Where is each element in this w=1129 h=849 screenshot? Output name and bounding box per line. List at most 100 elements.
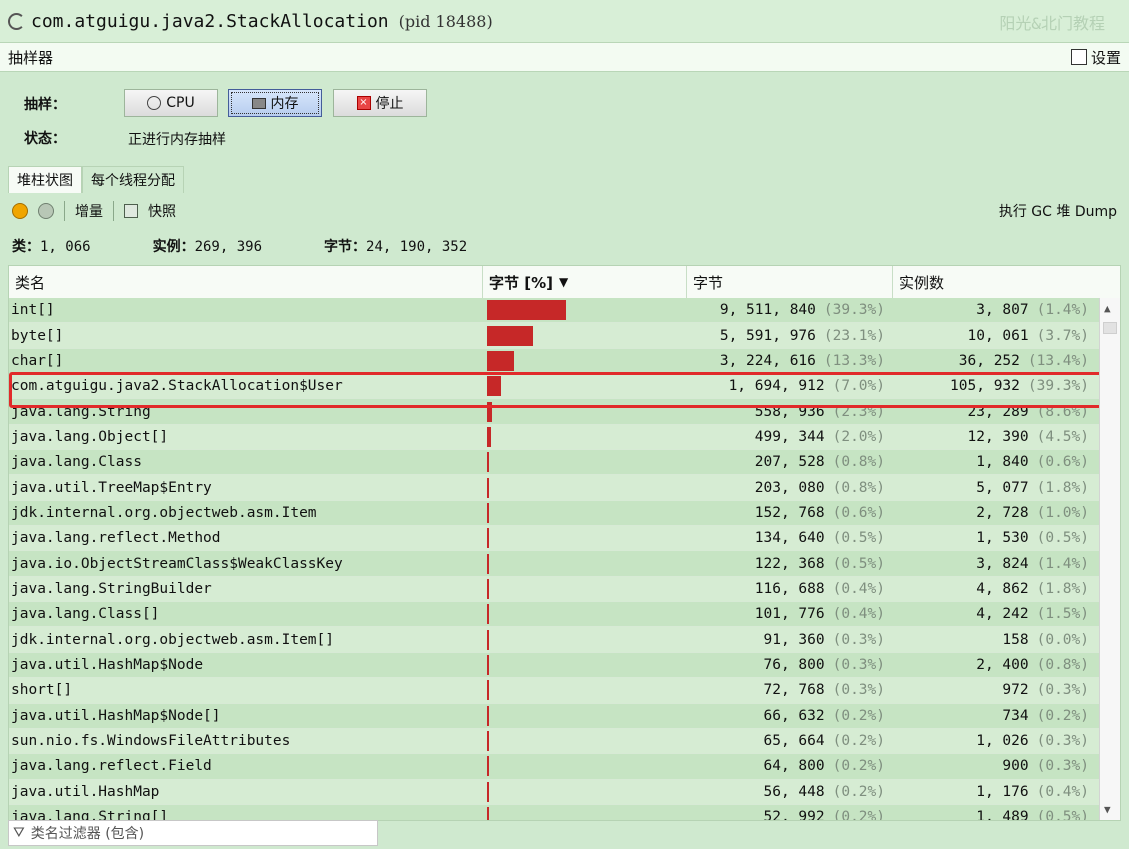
sample-label: 抽样： [24,97,66,113]
scrollbar-thumb[interactable] [1103,322,1117,334]
table-row[interactable]: java.lang.Object[] 499, 344 (2.0%) 12, 390(… [9,424,1100,451]
bytes-percent-bar [487,629,489,650]
sampler-bar: 抽样器 设置 [0,42,1129,72]
bytes-percent-bar-cell [483,627,687,651]
table-row[interactable]: java.lang.String 558, 936 (2.3%) 23, 289 (8.… [9,399,1100,425]
bytes-percent-bar [487,553,489,574]
scroll-down-icon[interactable]: ▼ [1104,803,1111,816]
bytes-percent-bar-cell [483,475,687,499]
snapshot-icon [124,204,138,218]
memory-icon [251,97,266,109]
snapshot-button[interactable]: 快照 [148,201,176,221]
window-title: com.atguigu.java2.StackAllocation [31,10,389,32]
refresh-icon[interactable] [38,203,54,219]
bytes-value: 3, 224, 616 (13.3%) [719,352,885,369]
instances-value: 1, 840 (0.6%) [976,454,1089,471]
class-name: java.lang.String[] [11,809,169,821]
bytes-percent-bar-cell [483,551,687,575]
table-row[interactable]: java.lang.String[] 52, 992 (0.2%) 1, 489 (0.… [9,804,1100,821]
pause-icon[interactable] [12,203,28,219]
table-row[interactable]: java.util.HashMap 56, 448 (0.2%) 1, 176 (0.4… [9,779,1100,805]
stop-button-label: 停止 [375,96,404,112]
instances-value: 5, 077 (1.8%) [976,479,1089,496]
column-header-bytes[interactable]: 字节 [687,266,893,298]
bytes-percent-bar-cell [483,780,687,804]
bytes-percent-bar-cell [483,399,687,423]
bytes-percent-bar [487,781,489,802]
instances-value: 4, 242 (1.5%) [976,606,1089,623]
table-header: 类名 字节 [%] ▼ 字节 实例数 [9,266,1120,298]
cpu-button[interactable]: CPU [124,89,218,117]
table-row[interactable]: int[] 9, 511, 840 (39.3%) 3, 807 (1.4%) [9,298,1100,324]
table-row[interactable]: short[] 72, 768 (0.3%) 972 (0.3%) [9,678,1100,704]
class-name: java.util.HashMap$Node[] [11,707,221,724]
table-row[interactable]: jdk.internal.org.objectweb.asm.Item 152, … [9,500,1100,527]
table-row[interactable]: java.lang.Class 207, 528 (0.8%) 1, 840 (0.6%… [9,450,1100,476]
column-header-class-name[interactable]: 类名 [9,266,483,298]
bytes-percent-bar-cell [483,501,687,525]
settings-toggle[interactable]: 设置 [1070,47,1121,68]
bytes-percent-bar [487,756,489,777]
delta-button[interactable]: 增量 [75,201,103,221]
table-row[interactable]: char[] 3, 224, 616 (13.3%) 36, 252 (13.4%) [9,348,1100,375]
column-header-bytes-percent[interactable]: 字节 [%] ▼ [483,266,687,298]
bytes-percent-bar [487,376,501,397]
bytes-percent-bar [487,528,489,549]
table-row[interactable]: java.util.HashMap$Node 76, 800 (0.3%) 2, 40… [9,652,1100,679]
window-titlebar: com.atguigu.java2.StackAllocation (pid 1… [0,0,1129,42]
scroll-up-icon[interactable]: ▲ [1104,302,1111,315]
instances-value: 900 (0.3%) [1002,758,1089,775]
settings-checkbox[interactable] [1070,49,1087,65]
instances-value: 2, 728 (1.0%) [976,504,1089,521]
table-row[interactable]: com.atguigu.java2.StackAllocation$User 1,… [9,374,1100,400]
tab-per-thread-allocation[interactable]: 每个线程分配 [82,166,184,193]
table-row[interactable]: byte[] 5, 591, 976 (23.1%) 10, 061 (3.7%) [9,323,1100,349]
table-row[interactable]: java.lang.Class[] 101, 776 (0.4%) 4, 242 (1.… [9,602,1100,628]
bytes-value: 56, 448 (0.2%) [763,783,886,800]
tab-heap-histogram[interactable]: 堆柱状图 [8,166,82,193]
table-row[interactable]: java.util.TreeMap$Entry 203, 080 (0.8%) 5, … [9,475,1100,501]
bytes-percent-bar [487,350,514,371]
instances-value: 1, 176 (0.4%) [976,783,1089,800]
filter-placeholder: 类名过滤器 (包含) [30,826,145,842]
bytes-value: 203, 080 (0.8%) [754,479,885,496]
table-row[interactable]: java.util.HashMap$Node[] 66, 632 (0.2%) 734… [9,703,1100,729]
instances-value: 10, 061 (3.7%) [967,327,1090,344]
bytes-value: 207, 528 (0.8%) [754,454,885,471]
class-filter-input[interactable]: ⛛ 类名过滤器 (包含) [8,820,378,846]
class-name: java.util.TreeMap$Entry [11,479,212,496]
gc-heapdump-actions[interactable]: 执行 GC 堆 Dump [999,201,1117,221]
instances-value: 1, 530 (0.5%) [976,530,1089,547]
bytes-percent-bar-cell [483,526,687,550]
bytes-percent-bar-cell [483,729,687,753]
bytes-value: 64, 800 (0.2%) [763,758,886,775]
table-row[interactable]: java.lang.reflect.Method 134, 640 (0.5%) 1,… [9,526,1100,552]
class-name: java.util.HashMap$Node [11,656,204,673]
bytes-value: 91, 360 (0.3%) [763,631,886,648]
bytes-percent-bar-cell [483,577,687,601]
bytes-value: 52, 992 (0.2%) [763,809,886,821]
table-row[interactable]: java.lang.reflect.Field 64, 800 (0.2%) 900(… [9,754,1100,780]
column-header-instances[interactable]: 实例数 [893,266,1099,298]
table-row[interactable]: java.lang.StringBuilder 116, 688 (0.4%) 4, … [9,576,1100,603]
bytes-value: 152, 768 (0.6%) [754,504,885,521]
bytes-value: 66, 632 (0.2%) [763,707,886,724]
bytes-percent-bar [487,325,534,346]
instances-value: 734 (0.2%) [1002,707,1089,724]
bytes-value: 72, 768 (0.3%) [763,682,886,699]
bytes-percent-bar [487,807,489,820]
bytes-percent-bar [487,452,489,473]
heap-histogram-table: 类名 字节 [%] ▼ 字节 实例数 int[] 9, 511, 840 (39.3%… [8,265,1121,821]
bytes-percent-bar [487,401,492,422]
class-name: java.io.ObjectStreamClass$WeakClassKey [11,555,343,572]
table-row[interactable]: jdk.internal.org.objectweb.asm.Item[] 91,… [9,627,1100,653]
bytes-percent-bar-cell [483,450,687,474]
bytes-percent-bar [487,680,489,701]
instances-value: 23, 289 (8.6%) [967,403,1090,420]
table-row[interactable]: java.io.ObjectStreamClass$WeakClassKey 12… [9,551,1100,577]
table-scrollbar[interactable]: ▲ ▼ [1099,298,1120,820]
stop-button[interactable]: × 停止 [333,89,427,117]
memory-button[interactable]: 内存 [228,89,322,117]
class-name: java.lang.reflect.Method [11,530,221,547]
table-row[interactable]: sun.nio.fs.WindowsFileAttributes 65, 664(… [9,728,1100,755]
